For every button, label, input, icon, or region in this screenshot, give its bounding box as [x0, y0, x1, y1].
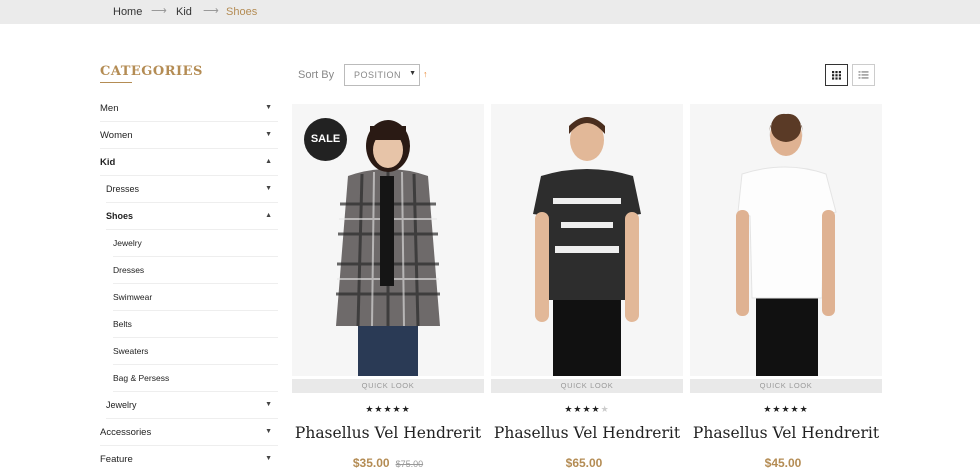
product-name[interactable]: Phasellus Vel Hendrerit	[491, 424, 683, 442]
product-photo-black-tshirt	[491, 104, 683, 376]
product-photo-white-tshirt	[690, 104, 882, 376]
grid-view-button[interactable]	[825, 64, 848, 86]
categories-title: CATEGORIES	[100, 64, 203, 79]
rating-stars: ★★★★★	[491, 404, 683, 415]
sidebar-item-label: Sweaters	[113, 346, 149, 356]
quick-look-button[interactable]: QUICK LOOK	[292, 379, 484, 393]
current-price: $65.00	[565, 456, 603, 470]
breadcrumb-kid[interactable]: Kid	[176, 6, 192, 18]
sidebar-item-label: Dresses	[113, 265, 145, 275]
product-name[interactable]: Phasellus Vel Hendrerit	[690, 424, 882, 442]
chevron-up-icon[interactable]: ▲	[265, 158, 272, 165]
sidebar-item-dresses-sub[interactable]: Dresses	[113, 257, 278, 284]
sort-select-value: POSITION	[354, 70, 402, 80]
arrow-right-icon: ⟶	[203, 5, 219, 17]
product-image[interactable]	[491, 104, 683, 376]
sidebar-item-accessories[interactable]: Accessories ▼	[100, 419, 278, 446]
old-price: $75.00	[395, 459, 424, 469]
sort-select[interactable]: POSITION ▼	[344, 64, 420, 86]
grid-icon	[832, 71, 841, 80]
sort-by-label: Sort By	[298, 69, 335, 81]
sidebar-item-women[interactable]: Women ▼	[100, 122, 278, 149]
title-underline	[100, 82, 132, 83]
chevron-down-icon[interactable]: ▼	[265, 104, 272, 111]
stars-filled: ★★★★★	[763, 404, 809, 414]
chevron-down-icon[interactable]: ▼	[265, 131, 272, 138]
chevron-up-icon[interactable]: ▲	[265, 212, 272, 219]
sidebar-item-label: Bag & Persess	[113, 373, 170, 383]
sidebar-item-bag-persess[interactable]: Bag & Persess	[113, 365, 278, 392]
sidebar-item-label: Accessories	[100, 427, 152, 438]
sidebar-item-label: Shoes	[106, 211, 134, 221]
chevron-down-icon[interactable]: ▼	[265, 185, 272, 192]
sidebar-item-dresses[interactable]: Dresses ▼	[106, 176, 278, 203]
sidebar-item-men[interactable]: Men ▼	[100, 95, 278, 122]
sidebar-item-label: Kid	[100, 157, 116, 168]
sidebar-item-label: Men	[100, 103, 119, 114]
quick-look-button[interactable]: QUICK LOOK	[690, 379, 882, 393]
rating-stars: ★★★★★	[292, 404, 484, 415]
product-price: $35.00 $75.00	[292, 454, 484, 472]
sidebar-item-sweaters[interactable]: Sweaters	[113, 338, 278, 365]
rating-stars: ★★★★★	[690, 404, 882, 415]
stars-filled: ★★★★★	[365, 404, 411, 414]
quick-look-button[interactable]: QUICK LOOK	[491, 379, 683, 393]
breadcrumb-home[interactable]: Home	[113, 6, 142, 18]
sidebar-item-belts[interactable]: Belts	[113, 311, 278, 338]
chevron-down-icon[interactable]: ▼	[265, 455, 272, 462]
product-image[interactable]	[690, 104, 882, 376]
sidebar-item-jewelry-sub[interactable]: Jewelry	[113, 230, 278, 257]
caret-down-icon: ▼	[409, 70, 416, 77]
stars-filled: ★★★★	[564, 404, 601, 414]
breadcrumb-current: Shoes	[226, 6, 258, 18]
current-price: $35.00	[352, 456, 390, 470]
chevron-down-icon[interactable]: ▼	[265, 428, 272, 435]
sidebar-item-label: Dresses	[106, 184, 140, 194]
stars-empty: ★	[600, 404, 610, 414]
sidebar-item-jewelry[interactable]: Jewelry ▼	[106, 392, 278, 419]
product-name[interactable]: Phasellus Vel Hendrerit	[292, 424, 484, 442]
breadcrumb: Home ⟶ Kid ⟶ Shoes	[0, 0, 980, 24]
product-price: $65.00	[491, 454, 683, 472]
sidebar-item-label: Belts	[113, 319, 132, 329]
sidebar-item-shoes[interactable]: Shoes ▲	[106, 203, 278, 230]
sidebar-item-label: Feature	[100, 454, 133, 465]
sidebar-item-label: Jewelry	[106, 400, 137, 410]
current-price: $45.00	[764, 456, 802, 470]
product-price: $45.00	[690, 454, 882, 472]
sidebar-item-label: Jewelry	[113, 238, 142, 248]
sale-badge: SALE	[304, 118, 347, 161]
sidebar-item-feature[interactable]: Feature ▼	[100, 446, 278, 473]
sidebar-item-label: Women	[100, 130, 133, 141]
chevron-down-icon[interactable]: ▼	[265, 401, 272, 408]
sidebar-item-kid[interactable]: Kid ▲	[100, 149, 278, 176]
sidebar-item-label: Swimwear	[113, 292, 153, 302]
sort-direction-arrow-icon[interactable]: ↑	[423, 69, 428, 79]
sidebar-item-swimwear[interactable]: Swimwear	[113, 284, 278, 311]
list-icon	[858, 71, 869, 79]
list-view-button[interactable]	[852, 64, 875, 86]
arrow-right-icon: ⟶	[151, 5, 167, 17]
